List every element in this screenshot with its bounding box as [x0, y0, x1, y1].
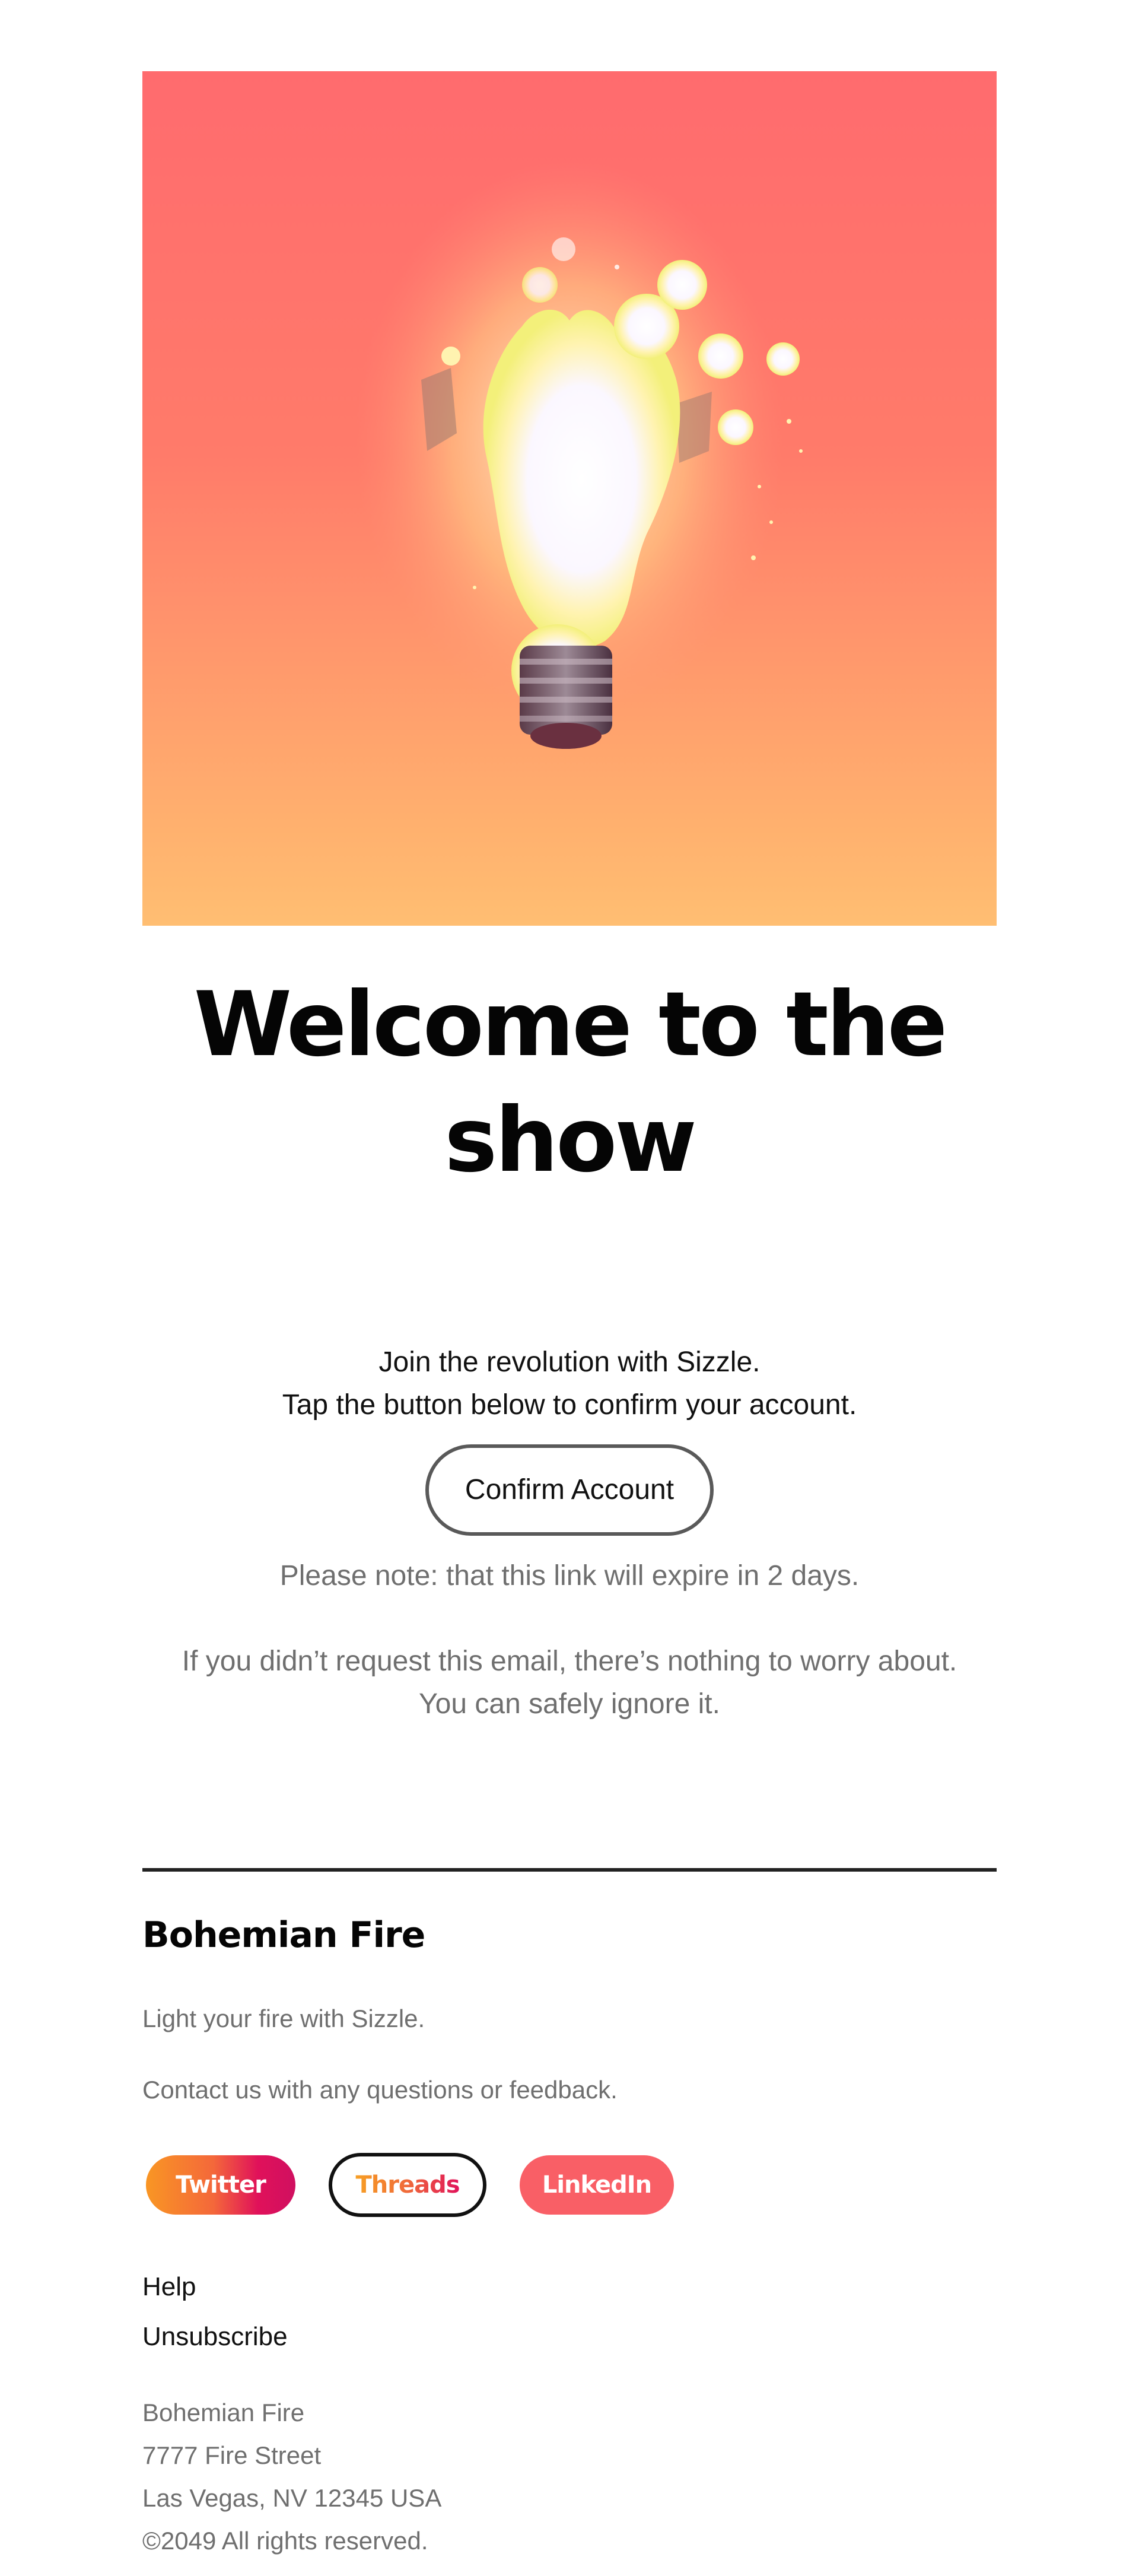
- address-city: Las Vegas, NV 12345 USA: [142, 2484, 442, 2512]
- disclaimer-text: If you didn’t request this email, there’…: [142, 1640, 997, 1726]
- hero-banner: [142, 71, 997, 926]
- address-company: Bohemian Fire: [142, 2399, 305, 2426]
- email-body: Welcome to the show Join the revolution …: [142, 0, 997, 2562]
- linkedin-button[interactable]: LinkedIn: [520, 2155, 674, 2215]
- disclaimer-line-2: You can safely ignore it.: [419, 1688, 720, 1720]
- footer-tagline: Light your fire with Sizzle.: [142, 2005, 425, 2032]
- twitter-button[interactable]: Twitter: [146, 2155, 295, 2215]
- intro-text: Join the revolution with Sizzle. Tap the…: [142, 1341, 997, 1427]
- unsubscribe-link[interactable]: Unsubscribe: [142, 2312, 997, 2362]
- footer-links: Help Unsubscribe: [142, 2262, 997, 2362]
- footer-contact: Contact us with any questions or feedbac…: [142, 2076, 618, 2104]
- footer-brand: Bohemian Fire: [142, 1914, 425, 1956]
- page-title: Welcome to the show: [142, 967, 997, 1199]
- lightbulb-illustration: [356, 160, 803, 749]
- footer-divider: [142, 1868, 997, 1872]
- threads-button[interactable]: Threads: [329, 2153, 486, 2217]
- cta-container: Confirm Account: [142, 1444, 997, 1536]
- disclaimer-line-1: If you didn’t request this email, there’…: [182, 1646, 957, 1677]
- threads-label: Threads: [355, 2171, 460, 2199]
- copyright-text: ©2049 All rights reserved.: [142, 2527, 428, 2555]
- confirm-account-button[interactable]: Confirm Account: [425, 1444, 714, 1536]
- intro-line-1: Join the revolution with Sizzle.: [378, 1346, 761, 1378]
- help-link[interactable]: Help: [142, 2262, 997, 2312]
- footer-address: Bohemian Fire 7777 Fire Street Las Vegas…: [142, 2391, 997, 2562]
- social-links: Twitter Threads LinkedIn: [142, 2153, 997, 2217]
- intro-line-2: Tap the button below to confirm your acc…: [282, 1389, 857, 1421]
- expiry-note: Please note: that this link will expire …: [279, 1560, 860, 1592]
- title-line-1: Welcome to the: [193, 973, 948, 1076]
- title-line-2: show: [444, 1089, 697, 1192]
- address-street: 7777 Fire Street: [142, 2441, 322, 2469]
